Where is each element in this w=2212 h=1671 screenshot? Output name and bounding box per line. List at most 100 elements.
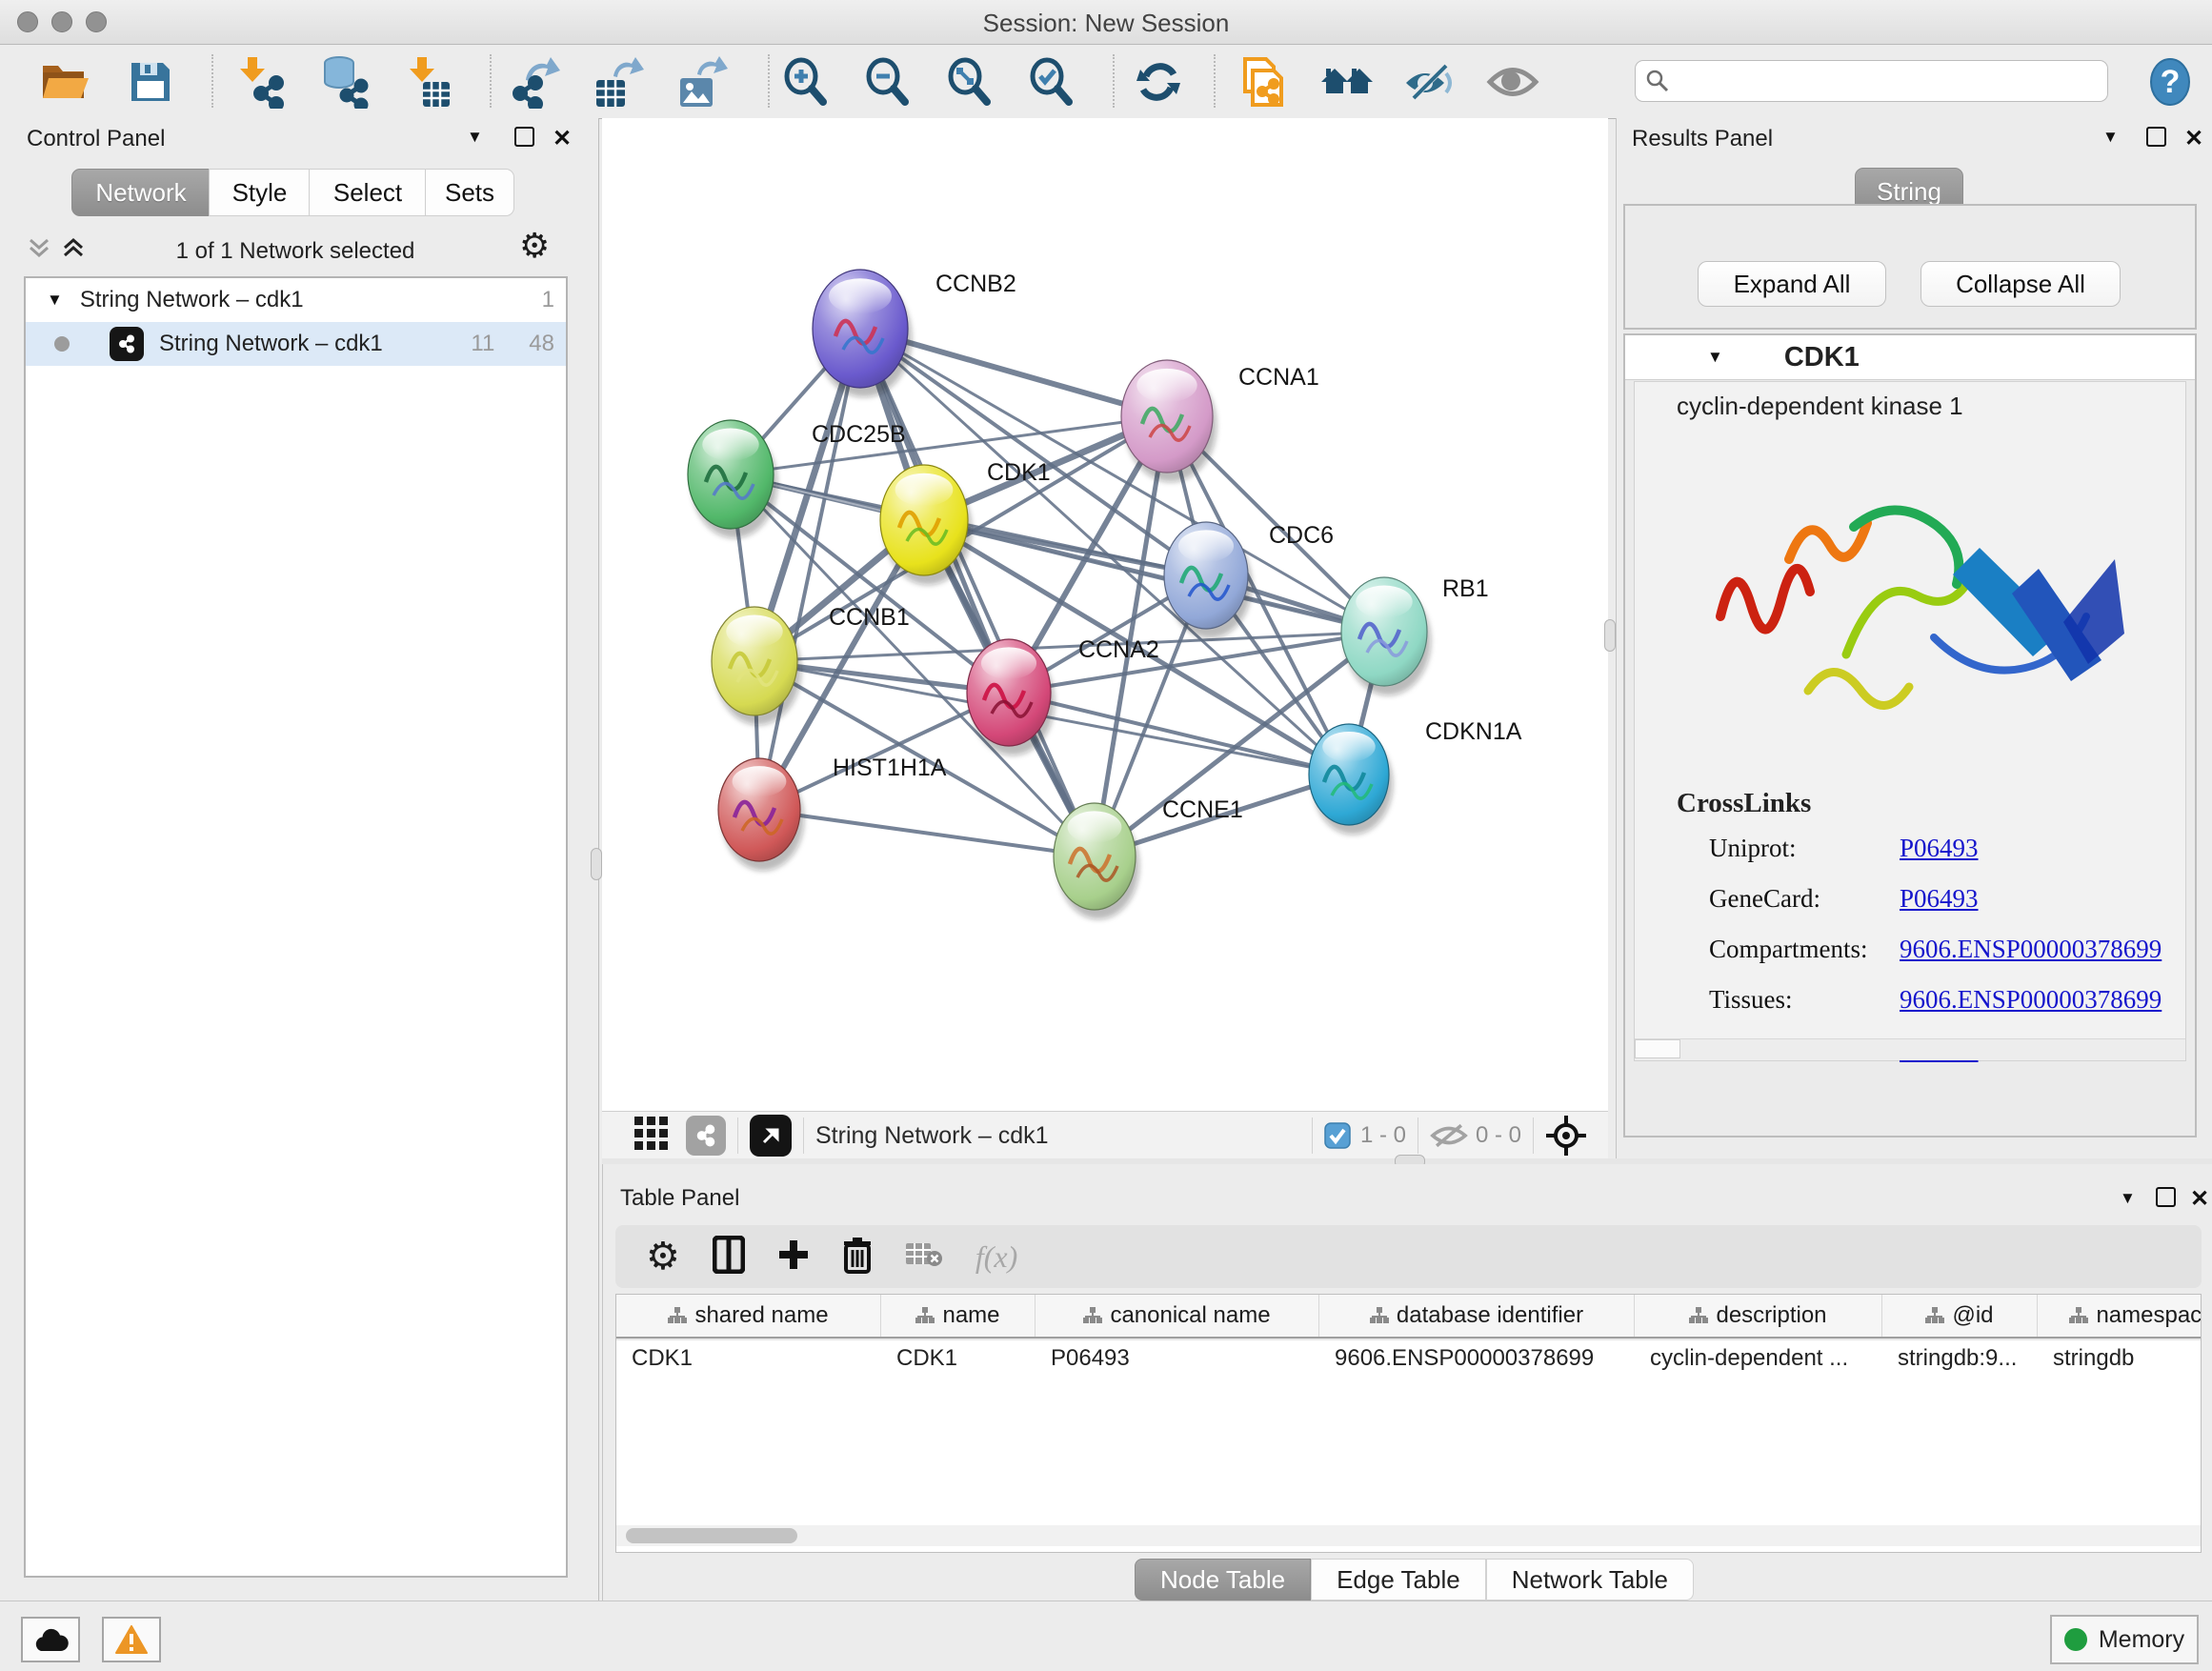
warning-icon [115, 1625, 148, 1654]
footer-separator [1533, 1117, 1534, 1154]
network-collection-row[interactable]: ▼ String Network – cdk1 1 [26, 278, 566, 322]
network-row[interactable]: String Network – cdk1 11 48 [26, 322, 566, 366]
tab-style[interactable]: Style [209, 169, 311, 216]
network-edge[interactable] [759, 810, 1095, 856]
hide-selected-button[interactable] [1400, 52, 1458, 111]
network-node-RB1[interactable]: RB1 [1341, 575, 1489, 695]
open-session-button[interactable] [36, 52, 93, 111]
zoom-fit-button[interactable] [941, 52, 998, 111]
results-panel-float-icon[interactable] [2146, 127, 2166, 147]
show-all-button[interactable] [1484, 52, 1541, 111]
zoom-out-button[interactable] [859, 52, 916, 111]
network-edge[interactable] [759, 329, 860, 810]
open-in-window-icon[interactable] [750, 1115, 792, 1157]
column-header-database-identifier[interactable]: database identifier [1319, 1295, 1635, 1337]
cell[interactable]: P06493 [1036, 1345, 1319, 1372]
gene-section-header[interactable]: ▼ CDK1 [1625, 335, 2195, 380]
network-node-CCNB1[interactable]: CCNB1 [712, 604, 910, 725]
expand-all-button[interactable]: Expand All [1698, 261, 1886, 307]
tab-network-table[interactable]: Network Table [1486, 1559, 1694, 1601]
birds-eye-view-icon[interactable] [634, 1117, 669, 1156]
center-view-icon[interactable] [1545, 1115, 1587, 1157]
search-icon [1645, 69, 1670, 93]
column-header-canonical-name[interactable]: canonical name [1036, 1295, 1319, 1337]
control-panel-menu-icon[interactable]: ▼ [467, 128, 483, 147]
zoom-in-button[interactable] [777, 52, 835, 111]
refresh-button[interactable] [1130, 52, 1187, 111]
column-header-shared-name[interactable]: shared name [616, 1295, 881, 1337]
cloud-button[interactable] [21, 1617, 80, 1662]
scrollbar-thumb[interactable] [626, 1528, 797, 1543]
network-node-CCNA2[interactable]: CCNA2 [967, 636, 1159, 755]
import-network-file-button[interactable] [231, 52, 288, 111]
network-node-CCNA1[interactable]: CCNA1 [1121, 360, 1319, 482]
network-node-CDC6[interactable]: CDC6 [1164, 522, 1334, 638]
cell[interactable]: CDK1 [616, 1345, 881, 1372]
clone-network-button[interactable] [1235, 52, 1292, 111]
collapse-all-networks-icon[interactable] [27, 236, 51, 266]
table-panel-close-icon[interactable]: ✕ [2190, 1185, 2209, 1213]
collection-expand-icon[interactable]: ▼ [47, 291, 63, 310]
export-network-button[interactable] [505, 52, 562, 111]
tab-node-table[interactable]: Node Table [1135, 1559, 1311, 1601]
home-networks-button[interactable] [1318, 52, 1376, 111]
tab-edge-table[interactable]: Edge Table [1311, 1559, 1486, 1601]
add-column-icon[interactable] [777, 1238, 810, 1276]
network-share-icon[interactable] [686, 1116, 726, 1156]
export-image-button[interactable] [673, 52, 730, 111]
help-button[interactable]: ? [2142, 52, 2199, 111]
crosslink-label: Uniprot: [1709, 834, 1900, 863]
search-box[interactable] [1635, 60, 2108, 102]
table-panel-menu-icon[interactable]: ▼ [2120, 1189, 2136, 1208]
tab-network[interactable]: Network [71, 169, 211, 216]
control-panel-close-icon[interactable]: ✕ [553, 125, 572, 152]
results-panel-close-icon[interactable]: ✕ [2184, 125, 2203, 152]
warnings-button[interactable] [102, 1617, 161, 1662]
compartments-link[interactable]: 9606.ENSP00000378699 [1900, 935, 2162, 964]
column-header--id[interactable]: @id [1882, 1295, 2038, 1337]
control-panel-float-icon[interactable] [514, 127, 534, 147]
column-header-description[interactable]: description [1635, 1295, 1882, 1337]
import-network-database-button[interactable] [314, 52, 372, 111]
import-table-button[interactable] [398, 52, 455, 111]
column-header-namespace[interactable]: namespace [2038, 1295, 2202, 1337]
results-hscrollbar[interactable] [1635, 1038, 2185, 1060]
show-columns-icon[interactable] [713, 1236, 745, 1278]
selected-checkbox[interactable] [1324, 1122, 1351, 1149]
tissues-link[interactable]: 9606.ENSP00000378699 [1900, 985, 2162, 1015]
cell[interactable]: stringdb [2038, 1345, 2202, 1372]
column-type-icon [1925, 1307, 1944, 1324]
table-hscrollbar[interactable] [616, 1525, 2201, 1546]
cell[interactable]: CDK1 [881, 1345, 1036, 1372]
gene-expand-icon[interactable]: ▼ [1707, 348, 1723, 367]
table-row[interactable]: CDK1CDK1P064939606.ENSP00000378699cyclin… [616, 1339, 2201, 1379]
column-header-name[interactable]: name [881, 1295, 1036, 1337]
memory-button[interactable]: Memory [2050, 1615, 2199, 1664]
export-table-button[interactable] [589, 52, 646, 111]
network-node-HIST1H1A[interactable]: HIST1H1A [718, 755, 947, 871]
cell[interactable]: 9606.ENSP00000378699 [1319, 1345, 1635, 1372]
splitter-handle[interactable] [591, 848, 602, 880]
network-options-gear-icon[interactable]: ⚙ [519, 229, 550, 263]
cell[interactable]: cyclin-dependent ... [1635, 1345, 1882, 1372]
results-panel-menu-icon[interactable]: ▼ [2102, 128, 2119, 147]
network-node-CDKN1A[interactable]: CDKN1A [1309, 718, 1522, 835]
table-panel-float-icon[interactable] [2156, 1187, 2176, 1207]
collapse-all-button[interactable]: Collapse All [1920, 261, 2121, 307]
delete-column-icon[interactable] [842, 1236, 873, 1278]
hidden-eye-icon[interactable] [1430, 1121, 1468, 1150]
genecard-link[interactable]: P06493 [1900, 884, 2162, 914]
cell[interactable]: stringdb:9... [1882, 1345, 2038, 1372]
search-input[interactable] [1670, 67, 2083, 95]
network-canvas[interactable]: CCNB2CCNA1CDC25BCDK1CDC6RB1CCNB1CCNA2CDK… [602, 118, 1608, 1111]
splitter-handle[interactable] [1604, 619, 1616, 652]
save-session-button[interactable] [122, 52, 179, 111]
table-options-gear-icon[interactable]: ⚙ [646, 1238, 680, 1276]
tab-select[interactable]: Select [309, 169, 427, 216]
tab-sets[interactable]: Sets [425, 169, 514, 216]
zoom-selected-button[interactable] [1023, 52, 1080, 111]
import-table-icon [400, 55, 453, 109]
expand-all-networks-icon[interactable] [61, 236, 86, 266]
uniprot-link[interactable]: P06493 [1900, 834, 2162, 863]
scrollbar-thumb[interactable] [1635, 1039, 1680, 1058]
